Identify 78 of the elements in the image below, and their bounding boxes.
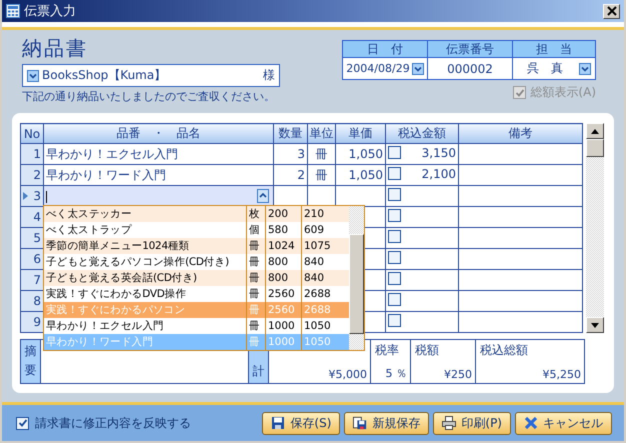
checkbox[interactable] — [388, 293, 401, 306]
subtotal-value: ¥5,000 — [328, 368, 367, 381]
unit-price-cell: 1,050 — [336, 164, 386, 186]
quantity-cell: 2 — [274, 164, 308, 186]
cross-icon — [524, 416, 538, 430]
product-list-item[interactable]: 子どもと覚える英会話(CD付き) 冊 800 840 — [44, 270, 349, 286]
checkbox[interactable] — [388, 167, 401, 180]
row-number-cell: 3 — [20, 186, 44, 206]
column-header: 伝票番号 — [428, 41, 512, 57]
customer-combo-field[interactable]: BooksShop【Kuma】 様 — [22, 64, 280, 87]
check-icon — [18, 418, 28, 428]
grand-total-value: ¥5,250 — [542, 368, 581, 381]
column-header: 品番 ・ 品名 — [44, 124, 274, 144]
memo-label: 摘要 — [20, 340, 40, 384]
tax-rate-label: 税率 — [375, 342, 399, 359]
row-number-cell: 9 — [20, 312, 44, 332]
checkbox[interactable] — [388, 314, 401, 327]
column-header: 日 付 — [343, 41, 427, 57]
check-icon — [514, 88, 525, 98]
row-number-cell: 6 — [20, 248, 44, 270]
quantity-cell: 3 — [274, 144, 308, 164]
triangle-up-icon — [591, 128, 600, 134]
slip-number-cell: 000002 — [428, 58, 512, 79]
document-title: 納品書 — [22, 35, 89, 62]
checkbox[interactable] — [388, 146, 401, 159]
printer-icon — [442, 416, 456, 430]
save-button[interactable]: 新規保存 — [344, 412, 430, 434]
vertical-scrollbar[interactable] — [586, 123, 604, 333]
date-combo-field[interactable]: 2004/08/29 — [343, 58, 427, 79]
column-header: 数量 — [274, 124, 308, 144]
row-number-cell: 2 — [20, 164, 44, 186]
name-cell: 早わかり！エクセル入門 — [44, 144, 274, 164]
row-number-cell: 1 — [20, 144, 44, 164]
row-pointer-icon — [23, 192, 28, 200]
list-scrollbar[interactable] — [349, 206, 364, 350]
row-number-cell: 8 — [20, 290, 44, 312]
unit-cell: 冊 — [308, 144, 336, 164]
checkbox[interactable] — [388, 272, 401, 285]
row-number-cell: 4 — [20, 206, 44, 228]
triangle-down-icon — [591, 322, 600, 328]
window-title: 伝票入力 — [24, 3, 77, 20]
chevron-down-icon — [412, 62, 424, 74]
unit-price-cell: 1,050 — [336, 144, 386, 164]
product-list-item[interactable]: 季節の簡単メニュー1024種類 冊 1024 1075 — [44, 238, 349, 254]
scrollbar-thumb[interactable] — [586, 139, 604, 157]
row-number-cell: 7 — [20, 270, 44, 290]
column-header: 単位 — [308, 124, 336, 144]
checkbox[interactable] — [388, 251, 401, 264]
amount-cell: 2,100 — [422, 167, 456, 181]
chevron-down-icon — [579, 62, 591, 74]
column-header: 担 当 — [513, 41, 595, 57]
product-list-item[interactable]: べく太ステッカー 枚 200 210 — [44, 206, 349, 222]
print-button[interactable]: 印刷(P) — [433, 412, 511, 434]
tax-rate-value: 5 ％ — [386, 366, 407, 381]
row-number-cell: 5 — [20, 228, 44, 248]
save-button[interactable]: 保存(S) — [262, 412, 340, 434]
chevron-down-icon — [27, 70, 39, 82]
name-input-field[interactable] — [44, 186, 274, 206]
grand-total-label: 税込総額 — [480, 342, 528, 359]
chevron-up-icon[interactable] — [257, 189, 269, 203]
amount-cell: 3,150 — [422, 146, 456, 160]
floppy-disk-document-icon — [353, 416, 368, 430]
column-header: 備考 — [458, 124, 583, 144]
delivery-note-text: 下記の通り納品いたしましたのでご査収ください。 — [22, 89, 276, 104]
calculator-icon — [6, 4, 20, 18]
column-header: 単価 — [336, 124, 386, 144]
checkbox[interactable] — [388, 209, 401, 222]
cancel-button[interactable]: キャンセル — [515, 412, 612, 434]
staff-combo-field[interactable]: 呉 真 — [513, 58, 595, 79]
close-button[interactable] — [603, 4, 620, 18]
column-header: 税込金額 — [386, 124, 458, 144]
reflect-checkbox[interactable]: 請求書に修正内容を反映する — [16, 414, 191, 432]
checkbox[interactable] — [388, 230, 401, 243]
tax-label: 税額 — [415, 342, 439, 359]
column-header: No — [20, 124, 44, 144]
tax-value: ¥250 — [444, 368, 472, 381]
unit-cell: 冊 — [308, 164, 336, 186]
checkbox[interactable] — [388, 188, 401, 201]
